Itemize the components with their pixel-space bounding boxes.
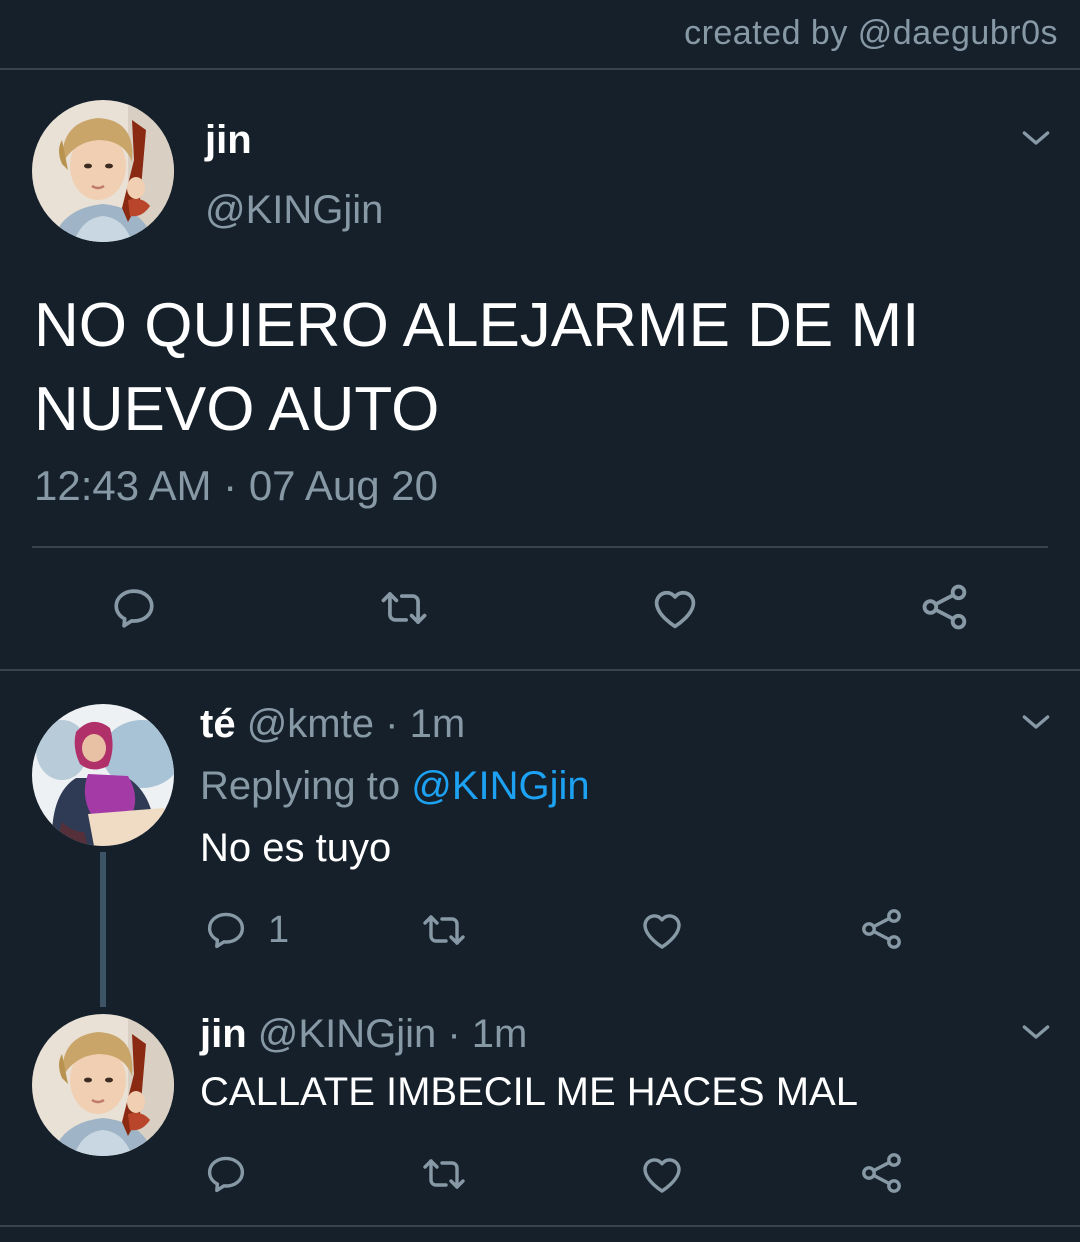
- section-divider: [0, 669, 1080, 671]
- tweet-time: 12:43 AM: [34, 462, 212, 509]
- tweet-divider: [32, 546, 1048, 548]
- bottom-divider: [0, 1225, 1080, 1227]
- reply-header: té @kmte · 1m: [200, 702, 465, 747]
- timestamp-separator: ·: [223, 462, 238, 509]
- mention-link[interactable]: @KINGjin: [411, 764, 589, 808]
- header-divider: [0, 68, 1080, 70]
- share-icon: [918, 580, 972, 634]
- share-button[interactable]: [858, 1148, 906, 1198]
- reply-button[interactable]: [108, 582, 160, 634]
- like-icon: [638, 906, 686, 954]
- header-separator: ·: [385, 702, 399, 746]
- retweet-icon: [376, 582, 432, 634]
- chevron-down-icon[interactable]: [1016, 702, 1056, 742]
- replying-to: Replying to @KINGjin: [200, 764, 590, 809]
- reply-time[interactable]: 1m: [472, 1012, 528, 1056]
- author-name[interactable]: jin: [205, 118, 252, 163]
- reply-icon: [202, 1150, 250, 1198]
- reply-count: 1: [268, 908, 290, 951]
- avatar[interactable]: [32, 1014, 174, 1156]
- share-button[interactable]: [858, 904, 906, 954]
- retweet-button[interactable]: [418, 1150, 470, 1198]
- reply-time[interactable]: 1m: [410, 702, 466, 746]
- chevron-down-icon[interactable]: [1016, 118, 1056, 158]
- header-separator: ·: [447, 1012, 461, 1056]
- author-name[interactable]: té: [200, 702, 236, 746]
- retweet-icon: [418, 1150, 470, 1198]
- retweet-button[interactable]: [418, 906, 470, 954]
- replying-prefix: Replying to: [200, 764, 401, 808]
- reply-icon: [202, 906, 250, 954]
- avatar[interactable]: [32, 100, 174, 242]
- share-button[interactable]: [918, 580, 972, 634]
- tweet-text: CALLATE IMBECIL ME HACES MAL: [200, 1070, 858, 1114]
- reply-button[interactable]: 1: [202, 906, 289, 954]
- like-button[interactable]: [638, 1150, 686, 1198]
- chevron-down-icon[interactable]: [1016, 1012, 1056, 1052]
- tweet-date: 07 Aug 20: [248, 462, 438, 509]
- like-icon: [648, 582, 702, 634]
- author-handle[interactable]: @KINGjin: [258, 1012, 436, 1056]
- tweet-timestamp[interactable]: 12:43 AM · 07 Aug 20: [34, 462, 438, 510]
- reply-icon: [108, 582, 160, 634]
- author-handle[interactable]: @KINGjin: [205, 188, 383, 233]
- tweet-text: No es tuyo: [200, 826, 392, 870]
- thread-line: [100, 852, 106, 1007]
- avatar[interactable]: [32, 704, 174, 846]
- retweet-icon: [418, 906, 470, 954]
- author-name[interactable]: jin: [200, 1012, 247, 1056]
- share-icon: [858, 1148, 906, 1198]
- share-icon: [858, 904, 906, 954]
- author-handle[interactable]: @kmte: [247, 702, 374, 746]
- like-icon: [638, 1150, 686, 1198]
- like-button[interactable]: [648, 582, 702, 634]
- reply-header: jin @KINGjin · 1m: [200, 1012, 527, 1057]
- reply-button[interactable]: [202, 1150, 250, 1198]
- creator-credit: created by @daegubr0s: [684, 14, 1058, 52]
- tweet-text: NO QUIERO ALEJARME DE MI NUEVO AUTO: [34, 291, 920, 444]
- retweet-button[interactable]: [376, 582, 432, 634]
- like-button[interactable]: [638, 906, 686, 954]
